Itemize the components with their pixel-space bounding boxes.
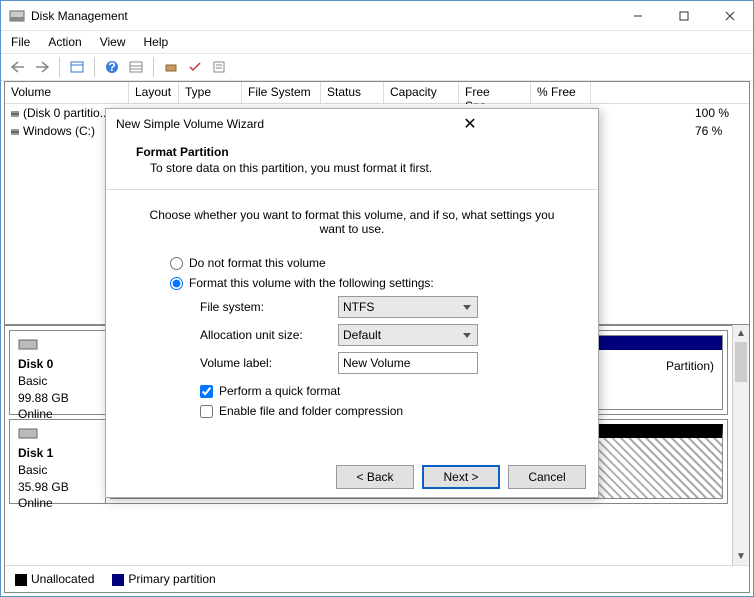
back-button[interactable]: < Back <box>336 465 414 489</box>
legend-swatch-unalloc <box>15 574 27 586</box>
volume-label-input[interactable] <box>338 352 478 374</box>
column-headers: Volume Layout Type File System Status Ca… <box>5 82 749 104</box>
scroll-up-icon[interactable]: ▲ <box>733 325 749 342</box>
close-button[interactable] <box>707 1 753 31</box>
disk-management-window: Disk Management File Action View Help ? … <box>0 0 754 597</box>
forward-button[interactable] <box>31 56 53 78</box>
next-button[interactable]: Next > <box>422 465 500 489</box>
titlebar: Disk Management <box>1 1 753 31</box>
col-freespace[interactable]: Free Spa... <box>459 82 531 103</box>
app-icon <box>9 8 25 24</box>
legend: Unallocated Primary partition <box>5 565 749 592</box>
dialog-title: New Simple Volume Wizard <box>116 117 352 131</box>
view-icon[interactable] <box>66 56 88 78</box>
col-filesystem[interactable]: File System <box>242 82 321 103</box>
menu-help[interactable]: Help <box>144 35 169 49</box>
disk-info: Disk 1 Basic 35.98 GB Online <box>10 420 106 503</box>
col-layout[interactable]: Layout <box>129 82 179 103</box>
checkbox-compression[interactable] <box>200 405 213 418</box>
minimize-button[interactable] <box>615 1 661 31</box>
checkbox-quick-format-label: Perform a quick format <box>219 384 340 398</box>
volume-icon <box>11 131 19 133</box>
radio-format-label: Format this volume with the following se… <box>189 276 434 290</box>
col-type[interactable]: Type <box>179 82 242 103</box>
cancel-button[interactable]: Cancel <box>508 465 586 489</box>
disk-icon <box>18 337 38 351</box>
properties-icon[interactable] <box>208 56 230 78</box>
checkbox-quick-format[interactable] <box>200 385 213 398</box>
radio-no-format-label: Do not format this volume <box>189 256 326 270</box>
dialog-close-button[interactable]: ✕ <box>352 114 588 134</box>
list-icon[interactable] <box>125 56 147 78</box>
toolbar: ? <box>1 53 753 81</box>
legend-swatch-primary <box>112 574 124 586</box>
filesystem-select[interactable]: NTFS <box>338 296 478 318</box>
disk-icon <box>18 426 38 440</box>
vertical-scrollbar[interactable]: ▲ ▼ <box>732 325 749 565</box>
scroll-down-icon[interactable]: ▼ <box>733 548 749 565</box>
window-title: Disk Management <box>31 9 615 23</box>
col-capacity[interactable]: Capacity <box>384 82 459 103</box>
dialog-subheading: To store data on this partition, you mus… <box>136 161 568 175</box>
scrollbar-thumb[interactable] <box>735 342 747 382</box>
filesystem-label: File system: <box>200 300 330 314</box>
menu-action[interactable]: Action <box>48 35 81 49</box>
col-pctfree[interactable]: % Free <box>531 82 591 103</box>
col-status[interactable]: Status <box>321 82 384 103</box>
menu-bar: File Action View Help <box>1 31 753 53</box>
allocation-select[interactable]: Default <box>338 324 478 346</box>
menu-view[interactable]: View <box>100 35 126 49</box>
maximize-button[interactable] <box>661 1 707 31</box>
check-icon[interactable] <box>184 56 206 78</box>
radio-format[interactable] <box>170 277 183 290</box>
menu-file[interactable]: File <box>11 35 30 49</box>
radio-no-format[interactable] <box>170 257 183 270</box>
help-icon[interactable]: ? <box>101 56 123 78</box>
dialog-intro: Choose whether you want to format this v… <box>136 208 568 236</box>
dialog-titlebar: New Simple Volume Wizard ✕ <box>106 109 598 139</box>
disk-info: Disk 0 Basic 99.88 GB Online <box>10 331 106 414</box>
volume-icon <box>11 113 19 115</box>
volume-label-label: Volume label: <box>200 356 330 370</box>
dialog-heading: Format Partition <box>136 145 568 159</box>
back-button[interactable] <box>7 56 29 78</box>
svg-text:?: ? <box>108 60 115 74</box>
action-icon[interactable] <box>160 56 182 78</box>
allocation-label: Allocation unit size: <box>200 328 330 342</box>
wizard-dialog: New Simple Volume Wizard ✕ Format Partit… <box>105 108 599 498</box>
checkbox-compression-label: Enable file and folder compression <box>219 404 403 418</box>
col-volume[interactable]: Volume <box>5 82 129 103</box>
